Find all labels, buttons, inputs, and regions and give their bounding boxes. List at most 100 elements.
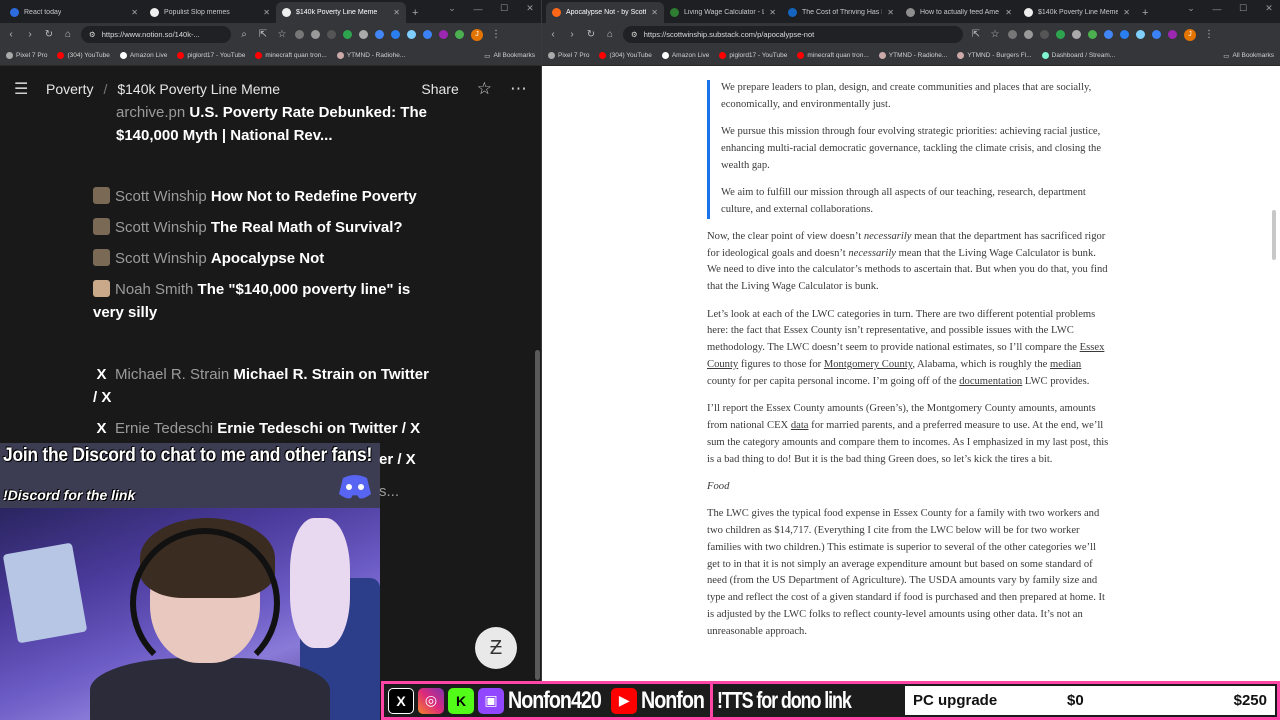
link-title[interactable]: er / X [379, 451, 416, 468]
reload-icon[interactable]: ↻ [43, 29, 55, 40]
bookmark-item[interactable]: (304) YouTube [599, 52, 652, 59]
zoom-icon[interactable]: ⌕ [238, 29, 250, 40]
median-link[interactable]: median [1050, 359, 1081, 370]
tab-apocalypse-not[interactable]: Apocalypse Not - by Scott ✕ [546, 2, 664, 23]
extension-icon[interactable] [1120, 30, 1129, 39]
link-title[interactable]: How Not to Redefine Poverty [211, 188, 417, 205]
link-title[interactable]: s... [379, 483, 399, 500]
back-icon[interactable]: ‹ [5, 29, 17, 40]
close-icon[interactable]: ✕ [131, 8, 138, 17]
bookmark-star-icon[interactable]: ☆ [989, 29, 1001, 40]
bookmark-item[interactable]: minecraft quan tron... [797, 52, 869, 59]
tab-populist-slop[interactable]: Populist Slop memes ✕ [144, 2, 276, 23]
forward-icon[interactable]: › [566, 29, 578, 40]
scrollbar[interactable] [535, 350, 540, 680]
bookmark-item[interactable]: Amazon Live [661, 52, 709, 59]
montgomery-county-link[interactable]: Montgomery County [824, 359, 912, 370]
documentation-link[interactable]: documentation [959, 376, 1022, 387]
bookmark-item[interactable]: YTMND - Radiohe... [878, 52, 947, 59]
new-tab-icon[interactable]: + [406, 2, 424, 23]
close-icon[interactable]: ✕ [393, 8, 400, 17]
favorite-star-icon[interactable]: ☆ [477, 79, 492, 99]
list-item[interactable]: Scott Winship How Not to Redefine Povert… [93, 185, 433, 208]
minimize-icon[interactable]: — [471, 4, 485, 14]
extension-icon[interactable] [407, 30, 416, 39]
list-item[interactable]: X Michael R. Strain Michael R. Strain on … [93, 363, 433, 409]
extension-icon[interactable] [439, 30, 448, 39]
extension-icon[interactable] [1024, 30, 1033, 39]
list-item[interactable]: s... [379, 480, 439, 503]
tab-cost-of-thriving[interactable]: The Cost of Thriving Has R ✕ [782, 2, 900, 23]
bookmark-item[interactable]: minecraft quan tron... [255, 52, 327, 59]
bookmark-item[interactable]: YTMND - Radiohe... [336, 52, 405, 59]
close-window-icon[interactable]: ✕ [523, 3, 537, 14]
extension-icon[interactable] [375, 30, 384, 39]
extension-icon[interactable] [295, 30, 304, 39]
site-info-icon[interactable]: ⚙ [89, 30, 96, 39]
minimize-icon[interactable]: — [1210, 4, 1224, 14]
extension-icon[interactable] [343, 30, 352, 39]
page-title[interactable]: $140k Poverty Line Meme [117, 81, 280, 97]
link-title[interactable]: The Real Math of Survival? [211, 219, 403, 236]
menu-icon[interactable]: ⋮ [490, 29, 502, 40]
link-title[interactable]: Ernie Tedeschi on Twitter / X [217, 420, 420, 437]
extension-icon[interactable] [1104, 30, 1113, 39]
sidebar-menu-icon[interactable]: ☰ [14, 79, 34, 99]
scrollbar[interactable] [1272, 210, 1276, 260]
close-window-icon[interactable]: ✕ [1262, 3, 1276, 14]
home-icon[interactable]: ⌂ [62, 29, 74, 40]
all-bookmarks[interactable]: ▭ All Bookmarks [484, 52, 535, 60]
notion-ai-helper-button[interactable]: Ƶ [475, 627, 517, 669]
extension-icon[interactable] [1168, 30, 1177, 39]
bookmark-item[interactable]: piglord17 - YouTube [719, 52, 787, 59]
extension-icon[interactable] [391, 30, 400, 39]
bookmark-item[interactable]: Amazon Live [119, 52, 167, 59]
close-icon[interactable]: ✕ [651, 8, 658, 17]
cex-data-link[interactable]: data [791, 420, 809, 431]
close-icon[interactable]: ✕ [1123, 8, 1130, 17]
extension-icon[interactable] [1136, 30, 1145, 39]
extension-icon[interactable] [311, 30, 320, 39]
share-icon[interactable]: ⇱ [970, 29, 982, 40]
list-item[interactable]: Scott Winship Apocalypse Not [93, 247, 433, 270]
more-options-icon[interactable]: ⋯ [510, 79, 527, 99]
address-bar[interactable]: ⚙ https://www.notion.so/140k-... [81, 26, 231, 43]
extension-icon[interactable] [1056, 30, 1065, 39]
tab-react-today[interactable]: React today ✕ [4, 2, 144, 23]
bookmark-star-icon[interactable]: ☆ [276, 29, 288, 40]
reload-icon[interactable]: ↻ [585, 29, 597, 40]
bookmark-item[interactable]: YTMND - Burgers Fl... [957, 52, 1032, 59]
close-icon[interactable]: ✕ [263, 8, 270, 17]
bookmark-item[interactable]: piglord17 - YouTube [177, 52, 245, 59]
menu-icon[interactable]: ⋮ [1203, 29, 1215, 40]
maximize-icon[interactable]: ☐ [497, 3, 511, 14]
list-item[interactable]: archive.pn U.S. Poverty Rate Debunked: T… [116, 101, 436, 147]
list-item[interactable]: Noah Smith The "$140,000 poverty line" i… [93, 278, 433, 324]
close-icon[interactable]: ✕ [887, 8, 894, 17]
list-item[interactable]: X Ernie Tedeschi Ernie Tedeschi on Twitte… [93, 417, 433, 440]
extension-icon[interactable] [1040, 30, 1049, 39]
list-item[interactable]: er / X [379, 448, 439, 471]
tab-search-icon[interactable]: ⌄ [1184, 3, 1198, 14]
extension-icon[interactable] [423, 30, 432, 39]
extension-icon[interactable] [1152, 30, 1161, 39]
bookmark-item[interactable]: Pixel 7 Pro [6, 52, 47, 59]
profile-avatar[interactable]: J [1184, 28, 1196, 41]
bookmark-item[interactable]: (304) YouTube [57, 52, 110, 59]
close-icon[interactable]: ✕ [769, 8, 776, 17]
tab-living-wage[interactable]: Living Wage Calculator - Li ✕ [664, 2, 782, 23]
tab-search-icon[interactable]: ⌄ [445, 3, 459, 14]
extension-icon[interactable] [1088, 30, 1097, 39]
extension-icon[interactable] [1072, 30, 1081, 39]
home-icon[interactable]: ⌂ [604, 29, 616, 40]
profile-avatar[interactable]: J [471, 28, 483, 41]
new-tab-icon[interactable]: + [1136, 2, 1154, 23]
share-icon[interactable]: ⇱ [257, 29, 269, 40]
close-icon[interactable]: ✕ [1005, 8, 1012, 17]
share-button[interactable]: Share [421, 81, 458, 97]
extension-icon[interactable] [359, 30, 368, 39]
extension-icon[interactable] [327, 30, 336, 39]
breadcrumb-parent[interactable]: Poverty [46, 81, 93, 97]
forward-icon[interactable]: › [24, 29, 36, 40]
tab-140k-poverty[interactable]: $140k Poverty Line Meme ✕ [276, 2, 406, 23]
